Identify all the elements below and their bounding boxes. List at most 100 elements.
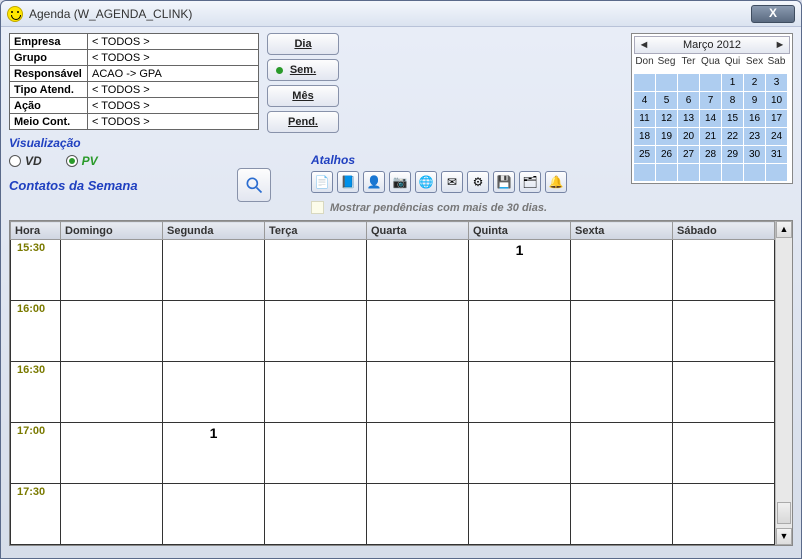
schedule-cell[interactable]: [61, 301, 163, 362]
schedule-cell[interactable]: 1: [163, 423, 265, 484]
schedule-cell[interactable]: [367, 301, 469, 362]
schedule-cell[interactable]: [367, 362, 469, 423]
schedule-cell[interactable]: [61, 240, 163, 301]
filter-value[interactable]: < TODOS >: [88, 50, 259, 66]
cal-day[interactable]: 18: [634, 128, 655, 145]
scroll-track[interactable]: [776, 238, 792, 528]
filter-value[interactable]: < TODOS >: [88, 114, 259, 130]
scroll-up-button[interactable]: ▲: [776, 221, 792, 238]
radio-icon[interactable]: [66, 155, 78, 167]
schedule-cell[interactable]: [61, 423, 163, 484]
cal-day[interactable]: 25: [634, 146, 655, 163]
schedule-cell[interactable]: [571, 423, 673, 484]
cal-day[interactable]: 2: [744, 74, 765, 91]
cal-day[interactable]: 4: [634, 92, 655, 109]
schedule-cell[interactable]: [469, 484, 571, 545]
shortcut-2[interactable]: 👤: [363, 171, 385, 193]
filter-value[interactable]: ACAO -> GPA: [88, 66, 259, 82]
shortcut-5[interactable]: ✉: [441, 171, 463, 193]
schedule-cell[interactable]: [367, 423, 469, 484]
schedule-cell[interactable]: [469, 423, 571, 484]
cal-prev-button[interactable]: ◄: [637, 39, 651, 51]
view-btn-mês[interactable]: Mês: [267, 85, 339, 107]
schedule-cell[interactable]: [265, 484, 367, 545]
schedule-cell[interactable]: [673, 362, 775, 423]
cal-day[interactable]: 14: [700, 110, 721, 127]
filter-value[interactable]: < TODOS >: [88, 82, 259, 98]
cal-day[interactable]: 12: [656, 110, 677, 127]
radio-pv[interactable]: PV: [66, 154, 98, 168]
schedule-cell[interactable]: [571, 484, 673, 545]
cal-day[interactable]: 10: [766, 92, 787, 109]
shortcut-1[interactable]: 📘: [337, 171, 359, 193]
view-btn-dia[interactable]: Dia: [267, 33, 339, 55]
shortcut-8[interactable]: 🗂: [519, 171, 541, 193]
schedule-cell[interactable]: [367, 240, 469, 301]
filter-value[interactable]: < TODOS >: [88, 34, 259, 50]
schedule-cell[interactable]: [265, 301, 367, 362]
scroll-down-button[interactable]: ▼: [776, 528, 792, 545]
cal-day[interactable]: 15: [722, 110, 743, 127]
cal-day[interactable]: 26: [656, 146, 677, 163]
cal-day[interactable]: 28: [700, 146, 721, 163]
schedule-cell[interactable]: 1: [469, 240, 571, 301]
schedule-cell[interactable]: [469, 301, 571, 362]
schedule-cell[interactable]: [163, 240, 265, 301]
pendencia-checkbox[interactable]: [311, 201, 324, 214]
cal-next-button[interactable]: ►: [773, 39, 787, 51]
cal-day[interactable]: 3: [766, 74, 787, 91]
schedule-cell[interactable]: [673, 240, 775, 301]
cal-day[interactable]: 21: [700, 128, 721, 145]
shortcut-3[interactable]: 📷: [389, 171, 411, 193]
cal-day[interactable]: 13: [678, 110, 699, 127]
schedule-cell[interactable]: [673, 484, 775, 545]
cal-day[interactable]: 17: [766, 110, 787, 127]
schedule-scrollbar[interactable]: ▲ ▼: [775, 221, 792, 545]
schedule-cell[interactable]: [163, 362, 265, 423]
schedule-cell[interactable]: [163, 484, 265, 545]
cal-day[interactable]: 9: [744, 92, 765, 109]
cal-day[interactable]: 20: [678, 128, 699, 145]
schedule-cell[interactable]: [265, 423, 367, 484]
cal-day[interactable]: 16: [744, 110, 765, 127]
cal-day[interactable]: 24: [766, 128, 787, 145]
search-button[interactable]: [237, 168, 271, 202]
cal-day[interactable]: 19: [656, 128, 677, 145]
schedule-cell[interactable]: [61, 362, 163, 423]
shortcut-4[interactable]: 🌐: [415, 171, 437, 193]
cal-day[interactable]: 8: [722, 92, 743, 109]
shortcut-0[interactable]: 📄: [311, 171, 333, 193]
cal-day[interactable]: 6: [678, 92, 699, 109]
cal-day[interactable]: 23: [744, 128, 765, 145]
shortcut-7[interactable]: 💾: [493, 171, 515, 193]
view-btn-pend[interactable]: Pend.: [267, 111, 339, 133]
schedule-cell[interactable]: [265, 240, 367, 301]
cal-day[interactable]: 5: [656, 92, 677, 109]
cal-day[interactable]: 31: [766, 146, 787, 163]
schedule-cell[interactable]: [469, 362, 571, 423]
schedule-cell[interactable]: [61, 484, 163, 545]
schedule-cell[interactable]: [673, 423, 775, 484]
close-button[interactable]: X: [751, 5, 795, 23]
schedule-cell[interactable]: [265, 362, 367, 423]
cal-day[interactable]: 11: [634, 110, 655, 127]
cal-day[interactable]: 30: [744, 146, 765, 163]
schedule-cell[interactable]: [571, 301, 673, 362]
shortcut-6[interactable]: ⚙: [467, 171, 489, 193]
cal-day[interactable]: 1: [722, 74, 743, 91]
cal-day[interactable]: 22: [722, 128, 743, 145]
view-btn-sem[interactable]: Sem.: [267, 59, 339, 81]
schedule-cell[interactable]: [367, 484, 469, 545]
radio-icon[interactable]: [9, 155, 21, 167]
scroll-thumb[interactable]: [777, 502, 791, 524]
schedule-cell[interactable]: [571, 240, 673, 301]
schedule-cell[interactable]: [571, 362, 673, 423]
cal-day[interactable]: 7: [700, 92, 721, 109]
filter-value[interactable]: < TODOS >: [88, 98, 259, 114]
cal-day[interactable]: 27: [678, 146, 699, 163]
radio-vd[interactable]: VD: [9, 154, 42, 168]
shortcut-9[interactable]: 🔔: [545, 171, 567, 193]
schedule-cell[interactable]: [673, 301, 775, 362]
schedule-cell[interactable]: [163, 301, 265, 362]
cal-day[interactable]: 29: [722, 146, 743, 163]
